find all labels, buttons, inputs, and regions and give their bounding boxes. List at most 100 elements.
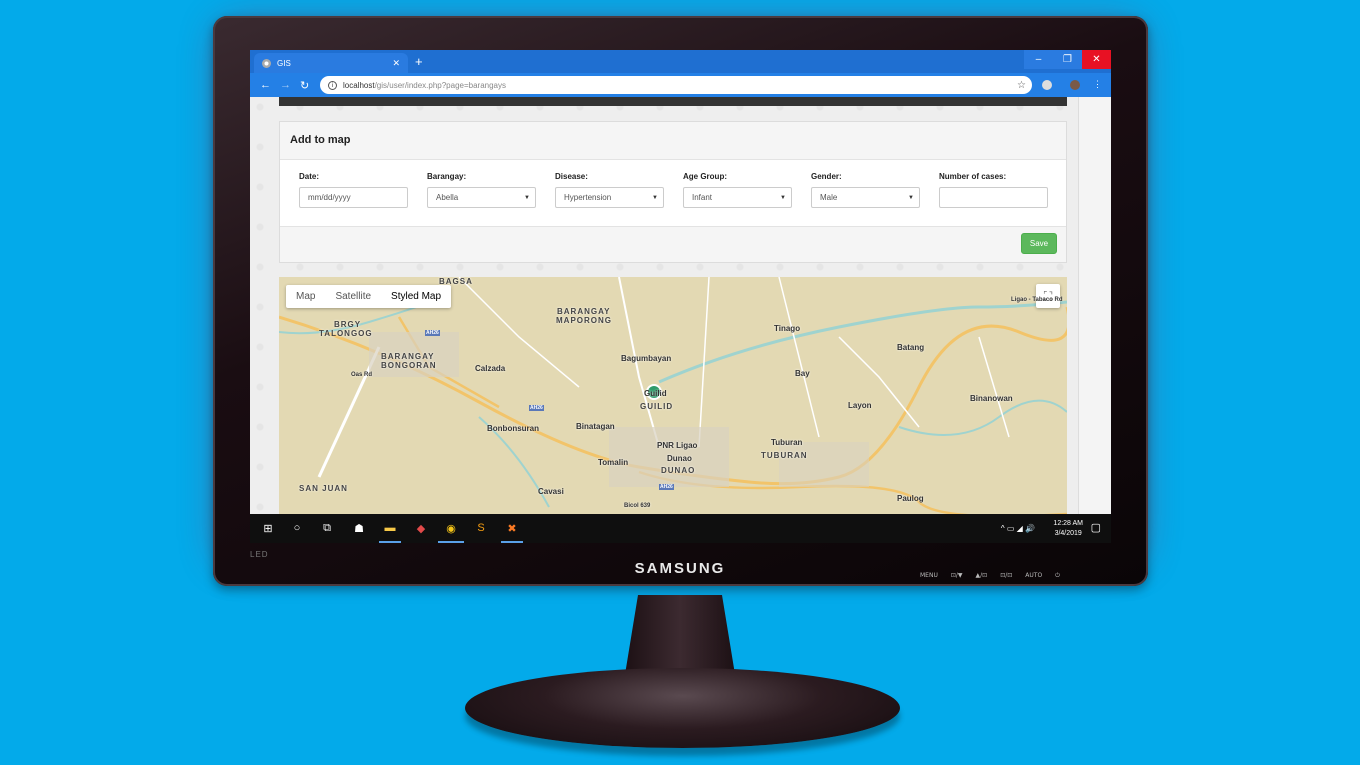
clock[interactable]: 12:28 AM 3/4/2019 (1053, 519, 1083, 539)
url-host: localhost (343, 80, 375, 90)
place-label: Batang (897, 343, 925, 352)
place-label: BAGSA (439, 277, 473, 286)
menu-control[interactable]: MENU (920, 572, 938, 580)
browser-tab[interactable]: GIS ✕ (254, 53, 408, 73)
gender-label: Gender: (811, 172, 842, 181)
barangay-value: Abella (436, 193, 459, 202)
disease-value: Hypertension (564, 193, 612, 202)
place-label: Layon (848, 401, 872, 410)
info-icon[interactable]: i (328, 80, 337, 90)
disease-field: Disease: Hypertension ▼ (555, 172, 664, 208)
date-input[interactable]: mm/dd/yyyy (299, 187, 408, 208)
panel-title: Add to map (280, 122, 1066, 160)
place-label: Tinago (774, 324, 801, 333)
cortana-icon[interactable]: ○ (288, 519, 306, 537)
place-label: TALONGOG (319, 329, 373, 338)
place-label: Guilid (644, 389, 667, 398)
place-label: Calzada (475, 364, 506, 373)
people-icon[interactable]: ☗ (350, 519, 368, 537)
place-label: Binanowan (970, 394, 1013, 403)
scrollbar[interactable] (1078, 97, 1111, 514)
notifications-icon[interactable]: ▢ (1091, 521, 1101, 534)
age-group-value: Infant (692, 193, 713, 202)
clock-date: 3/4/2019 (1054, 530, 1082, 537)
map-type-map[interactable]: Map (286, 285, 325, 308)
url-field[interactable]: i localhost/gis/user/index.php?page=bara… (320, 76, 1032, 94)
active-indicator (438, 541, 464, 543)
place-label: BONGORAN (381, 361, 437, 370)
chrome-icon[interactable]: ◉ (442, 519, 460, 537)
back-icon[interactable]: ← (260, 79, 271, 91)
age-group-label: Age Group: (683, 172, 727, 181)
disease-select[interactable]: Hypertension ▼ (555, 187, 664, 208)
active-indicator (379, 541, 401, 543)
date-label: Date: (299, 172, 320, 181)
sublime-icon[interactable]: S (472, 519, 490, 537)
chevron-down-icon: ▼ (524, 194, 530, 201)
place-label: Cavasi (538, 487, 564, 496)
down-control[interactable]: ⊡/▼ (951, 572, 963, 580)
chevron-down-icon: ▼ (652, 194, 658, 201)
place-label: Dunao (667, 454, 692, 463)
gender-value: Male (820, 193, 838, 202)
tab-title: GIS (277, 58, 291, 68)
panel-footer: Save (280, 226, 1066, 262)
map-type-satellite[interactable]: Satellite (325, 285, 381, 308)
place-label: DUNAO (661, 466, 696, 475)
map-type-styled[interactable]: Styled Map (381, 285, 451, 308)
place-label: SAN JUAN (299, 484, 348, 493)
barangay-field: Barangay: Abella ▼ (427, 172, 536, 208)
app-icon[interactable]: ◆ (412, 519, 430, 537)
date-field: Date: mm/dd/yyyy (299, 172, 408, 208)
place-label: Binatagan (576, 422, 615, 431)
disease-label: Disease: (555, 172, 588, 181)
place-label: Bonbonsuran (487, 424, 539, 433)
monitor-brand: SAMSUNG (634, 560, 726, 577)
extension-icon[interactable] (1042, 80, 1052, 90)
source-control[interactable]: ⊡/⊡ (1000, 572, 1012, 580)
active-indicator (501, 541, 523, 543)
menu-dots-icon[interactable]: ⋮ (1093, 79, 1102, 90)
cases-input[interactable] (939, 187, 1048, 208)
clock-time: 12:28 AM (1053, 520, 1083, 527)
place-label: GUILID (640, 402, 674, 411)
restore-button[interactable]: ❐ (1053, 50, 1082, 69)
fullscreen-icon[interactable]: ⛶ (1036, 284, 1060, 308)
monitor-base (465, 668, 900, 748)
map-canvas[interactable]: Map Satellite Styled Map ⛶ BAGSA BRGY TA… (279, 277, 1067, 514)
xampp-icon[interactable]: ✖ (503, 519, 521, 537)
minimize-button[interactable]: – (1024, 50, 1053, 69)
save-button[interactable]: Save (1021, 233, 1057, 254)
highway-badge: AH26 (659, 484, 674, 490)
windows-start-icon[interactable]: ⊞ (259, 519, 277, 537)
close-tab-icon[interactable]: ✕ (392, 58, 400, 69)
road-label: Oas Rd (351, 372, 373, 378)
place-label: BARANGAY (381, 352, 435, 361)
tab-bar: GIS ✕ + – ❐ ✕ (250, 50, 1111, 73)
file-explorer-icon[interactable]: ▬ (381, 519, 399, 537)
highway-badge: AH26 (425, 330, 440, 336)
place-label: BARANGAY (557, 307, 611, 316)
new-tab-button[interactable]: + (415, 54, 423, 69)
led-badge: LED (250, 550, 269, 559)
up-control[interactable]: ▲/⊡ (976, 572, 988, 580)
bookmark-star-icon[interactable]: ☆ (1017, 80, 1026, 91)
system-tray-icons[interactable]: ^ ▭ ◢ 🔊 (1001, 524, 1035, 533)
forward-icon[interactable]: → (280, 79, 291, 91)
auto-control[interactable]: AUTO (1025, 572, 1042, 580)
place-label: BRGY (334, 320, 362, 329)
age-group-select[interactable]: Infant ▼ (683, 187, 792, 208)
reload-icon[interactable]: ↻ (300, 79, 309, 92)
close-window-button[interactable]: ✕ (1082, 50, 1111, 69)
power-control[interactable]: ⏻ (1055, 572, 1060, 580)
chevron-down-icon: ▼ (780, 194, 786, 201)
taskbar: ⊞ ○ ⧉ ☗ ▬ ◆ ◉ S ✖ ^ ▭ ◢ 🔊 12:28 AM 3/4/2… (250, 514, 1111, 543)
barangay-select[interactable]: Abella ▼ (427, 187, 536, 208)
gender-select[interactable]: Male ▼ (811, 187, 920, 208)
add-form: Date: mm/dd/yyyy Barangay: Abella ▼ Disea… (299, 172, 1048, 208)
screen: GIS ✕ + – ❐ ✕ ← → ↻ i localhost/gis/user… (250, 50, 1111, 543)
task-view-icon[interactable]: ⧉ (318, 519, 336, 537)
place-label: Tomalin (598, 458, 629, 467)
profile-avatar-icon[interactable] (1070, 80, 1080, 90)
cases-label: Number of cases: (939, 172, 1007, 181)
